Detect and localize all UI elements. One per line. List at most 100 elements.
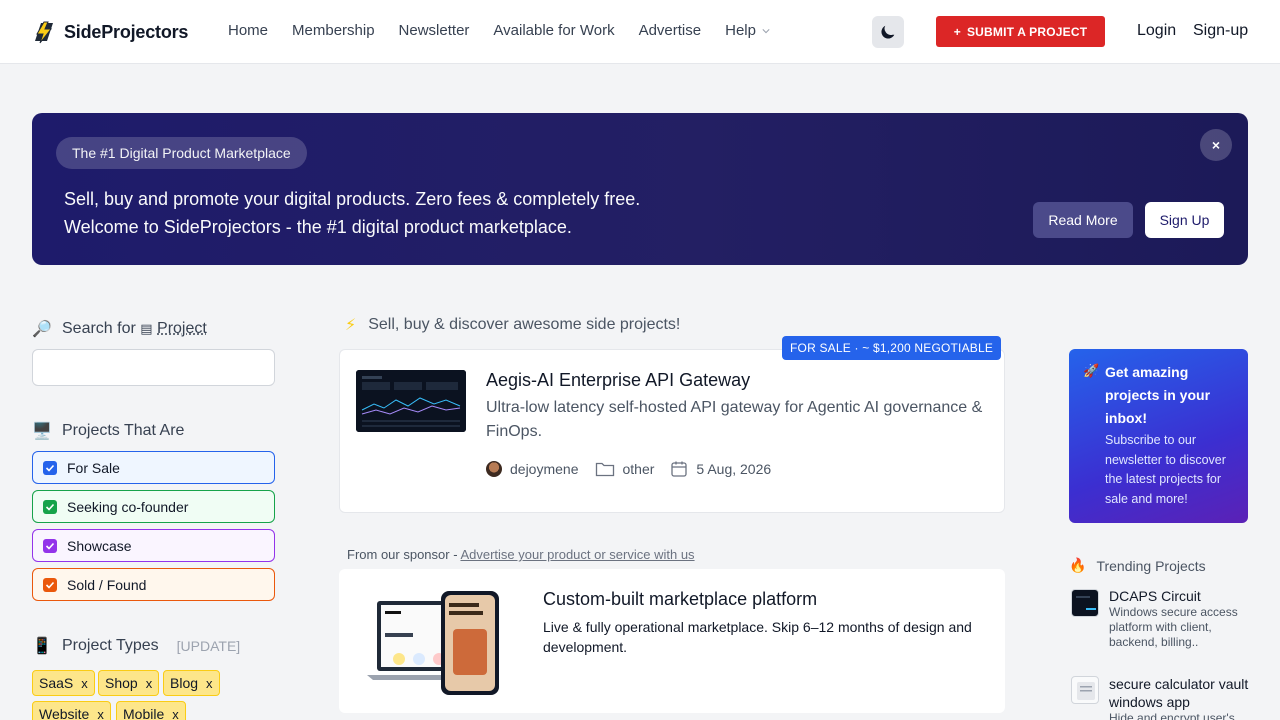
category-label: other: [622, 461, 655, 477]
remove-tag-icon[interactable]: x: [97, 707, 104, 720]
nav-home[interactable]: Home: [228, 22, 268, 39]
for-sale-badge: FOR SALE · ~ $1,200 NEGOTIABLE: [782, 336, 1002, 360]
search-input[interactable]: [32, 349, 275, 386]
tag-label: SaaS: [39, 675, 74, 691]
logo[interactable]: SideProjectors: [32, 19, 188, 45]
filter-showcase[interactable]: Showcase: [32, 529, 275, 562]
sponsor-devices-image: [367, 591, 499, 695]
read-more-button[interactable]: Read More: [1033, 202, 1133, 238]
sponsor-prefix: From our sponsor -: [347, 547, 458, 562]
rocket-icon: 🚀: [1083, 363, 1100, 378]
trending-title[interactable]: secure calculator vault windows app: [1109, 675, 1249, 711]
nav-membership[interactable]: Membership: [292, 22, 375, 39]
trending-label: Trending Projects: [1096, 557, 1206, 574]
remove-tag-icon[interactable]: x: [146, 676, 153, 691]
main-heading-text: Sell, buy & discover awesome side projec…: [368, 316, 681, 333]
signup-link[interactable]: Sign-up: [1193, 22, 1248, 40]
nav-advertise[interactable]: Advertise: [639, 22, 702, 39]
project-date: 5 Aug, 2026: [670, 460, 771, 478]
sponsor-label: From our sponsor - Advertise your produc…: [347, 547, 695, 562]
plus-icon: +: [953, 24, 961, 39]
remove-tag-icon[interactable]: x: [206, 676, 213, 691]
filter-label: For Sale: [67, 459, 120, 476]
banner-close-button[interactable]: ×: [1200, 129, 1232, 161]
avatar: [486, 461, 502, 477]
tag-label: Blog: [170, 675, 199, 691]
project-thumbnail[interactable]: [356, 370, 466, 432]
newsletter-title: Get amazing projects in your inbox!: [1105, 364, 1211, 426]
brand-name: SideProjectors: [64, 21, 189, 42]
projects-that-are-heading: 🖥️ Projects That Are: [32, 421, 184, 441]
project-category[interactable]: other: [595, 461, 655, 477]
tag-blog[interactable]: Blog x: [163, 670, 220, 696]
checkbox-checked-icon[interactable]: [43, 460, 57, 475]
site-header: SideProjectors Home Membership Newslette…: [0, 0, 1280, 64]
newsletter-description: Subscribe to our newsletter to discover …: [1105, 433, 1226, 506]
checkbox-checked-icon[interactable]: [43, 577, 57, 592]
project-card[interactable]: Aegis-AI Enterprise API Gateway Ultra-lo…: [339, 349, 1005, 513]
trending-thumbnail: [1071, 589, 1099, 617]
projects-that-are-label: Projects That Are: [62, 422, 185, 439]
magnifier-icon: 🔎: [32, 321, 52, 338]
checkbox-checked-icon[interactable]: [43, 499, 57, 514]
mobile-phone-icon: 📱: [32, 638, 52, 655]
tag-label: Website: [39, 706, 90, 720]
sponsor-title[interactable]: Custom-built marketplace platform: [543, 589, 817, 610]
banner-line-2: Welcome to SideProjectors - the #1 digit…: [64, 217, 572, 237]
update-link[interactable]: [UPDATE]: [177, 638, 241, 654]
trending-heading: 🔥 Trending Projects: [1069, 557, 1206, 574]
search-target-link[interactable]: Project: [157, 320, 207, 337]
project-meta: dejoymene other 5 Aug, 2026: [486, 460, 787, 478]
project-author[interactable]: dejoymene: [486, 461, 579, 477]
checkbox-checked-icon[interactable]: [43, 538, 57, 553]
submit-project-label: SUBMIT A PROJECT: [966, 24, 1088, 39]
search-heading: 🔎 Search for ▤ Project: [32, 319, 207, 339]
sponsor-description: Live & fully operational marketplace. Sk…: [543, 619, 972, 655]
moon-icon: [881, 25, 895, 39]
hero-banner: The #1 Digital Product Marketplace Sell,…: [32, 113, 1248, 265]
main-heading: ⚡ Sell, buy & discover awesome side proj…: [345, 315, 680, 335]
dark-mode-toggle[interactable]: [872, 16, 904, 48]
banner-sign-up-button[interactable]: Sign Up: [1145, 202, 1224, 238]
calendar-icon: [671, 461, 688, 477]
tag-saas[interactable]: SaaS x: [32, 670, 95, 696]
filter-seeking-cofounder[interactable]: Seeking co-founder: [32, 490, 275, 523]
submit-project-button[interactable]: + SUBMIT A PROJECT: [936, 16, 1105, 47]
lightning-logo-icon: [35, 21, 53, 44]
newsletter-card[interactable]: 🚀 Get amazing projects in your inbox! Su…: [1069, 349, 1248, 523]
lightning-icon: ⚡: [345, 317, 357, 334]
project-title[interactable]: Aegis-AI Enterprise API Gateway: [486, 370, 750, 391]
nav-help[interactable]: Help: [725, 22, 770, 39]
filter-label: Seeking co-founder: [67, 498, 189, 515]
filter-label: Sold / Found: [67, 576, 147, 593]
tag-mobile[interactable]: Mobile x: [116, 701, 186, 720]
main-nav: Home Membership Newsletter Available for…: [228, 22, 794, 39]
chevron-down-icon: [762, 28, 770, 33]
banner-text: Sell, buy and promote your digital produ…: [64, 185, 640, 241]
nav-available-for-work[interactable]: Available for Work: [493, 22, 614, 39]
tag-label: Shop: [105, 675, 138, 691]
banner-pill: The #1 Digital Product Marketplace: [56, 137, 307, 169]
trending-title[interactable]: DCAPS Circuit: [1109, 587, 1249, 605]
date-label: 5 Aug, 2026: [696, 461, 772, 477]
remove-tag-icon[interactable]: x: [172, 707, 179, 720]
filter-for-sale[interactable]: For Sale: [32, 451, 275, 484]
project-types-heading: 📱 Project Types [UPDATE]: [32, 636, 240, 656]
login-link[interactable]: Login: [1137, 22, 1176, 40]
banner-line-1: Sell, buy and promote your digital produ…: [64, 189, 641, 209]
search-label: Search for: [62, 320, 136, 337]
trending-thumbnail: [1071, 676, 1099, 704]
project-icon: ▤: [140, 321, 153, 336]
nav-help-label: Help: [725, 22, 756, 39]
filter-sold-found[interactable]: Sold / Found: [32, 568, 275, 601]
advertise-link[interactable]: Advertise your product or service with u…: [460, 547, 694, 562]
remove-tag-icon[interactable]: x: [81, 676, 88, 691]
sponsor-card[interactable]: Custom-built marketplace platform Live &…: [339, 569, 1005, 713]
tag-website[interactable]: Website x: [32, 701, 111, 720]
nav-newsletter[interactable]: Newsletter: [399, 22, 470, 39]
tag-shop[interactable]: Shop x: [98, 670, 160, 696]
project-description: Ultra-low latency self-hosted API gatewa…: [486, 399, 983, 440]
author-name: dejoymene: [510, 461, 579, 477]
fire-icon: 🔥: [1069, 557, 1087, 573]
folder-icon: [595, 462, 614, 477]
